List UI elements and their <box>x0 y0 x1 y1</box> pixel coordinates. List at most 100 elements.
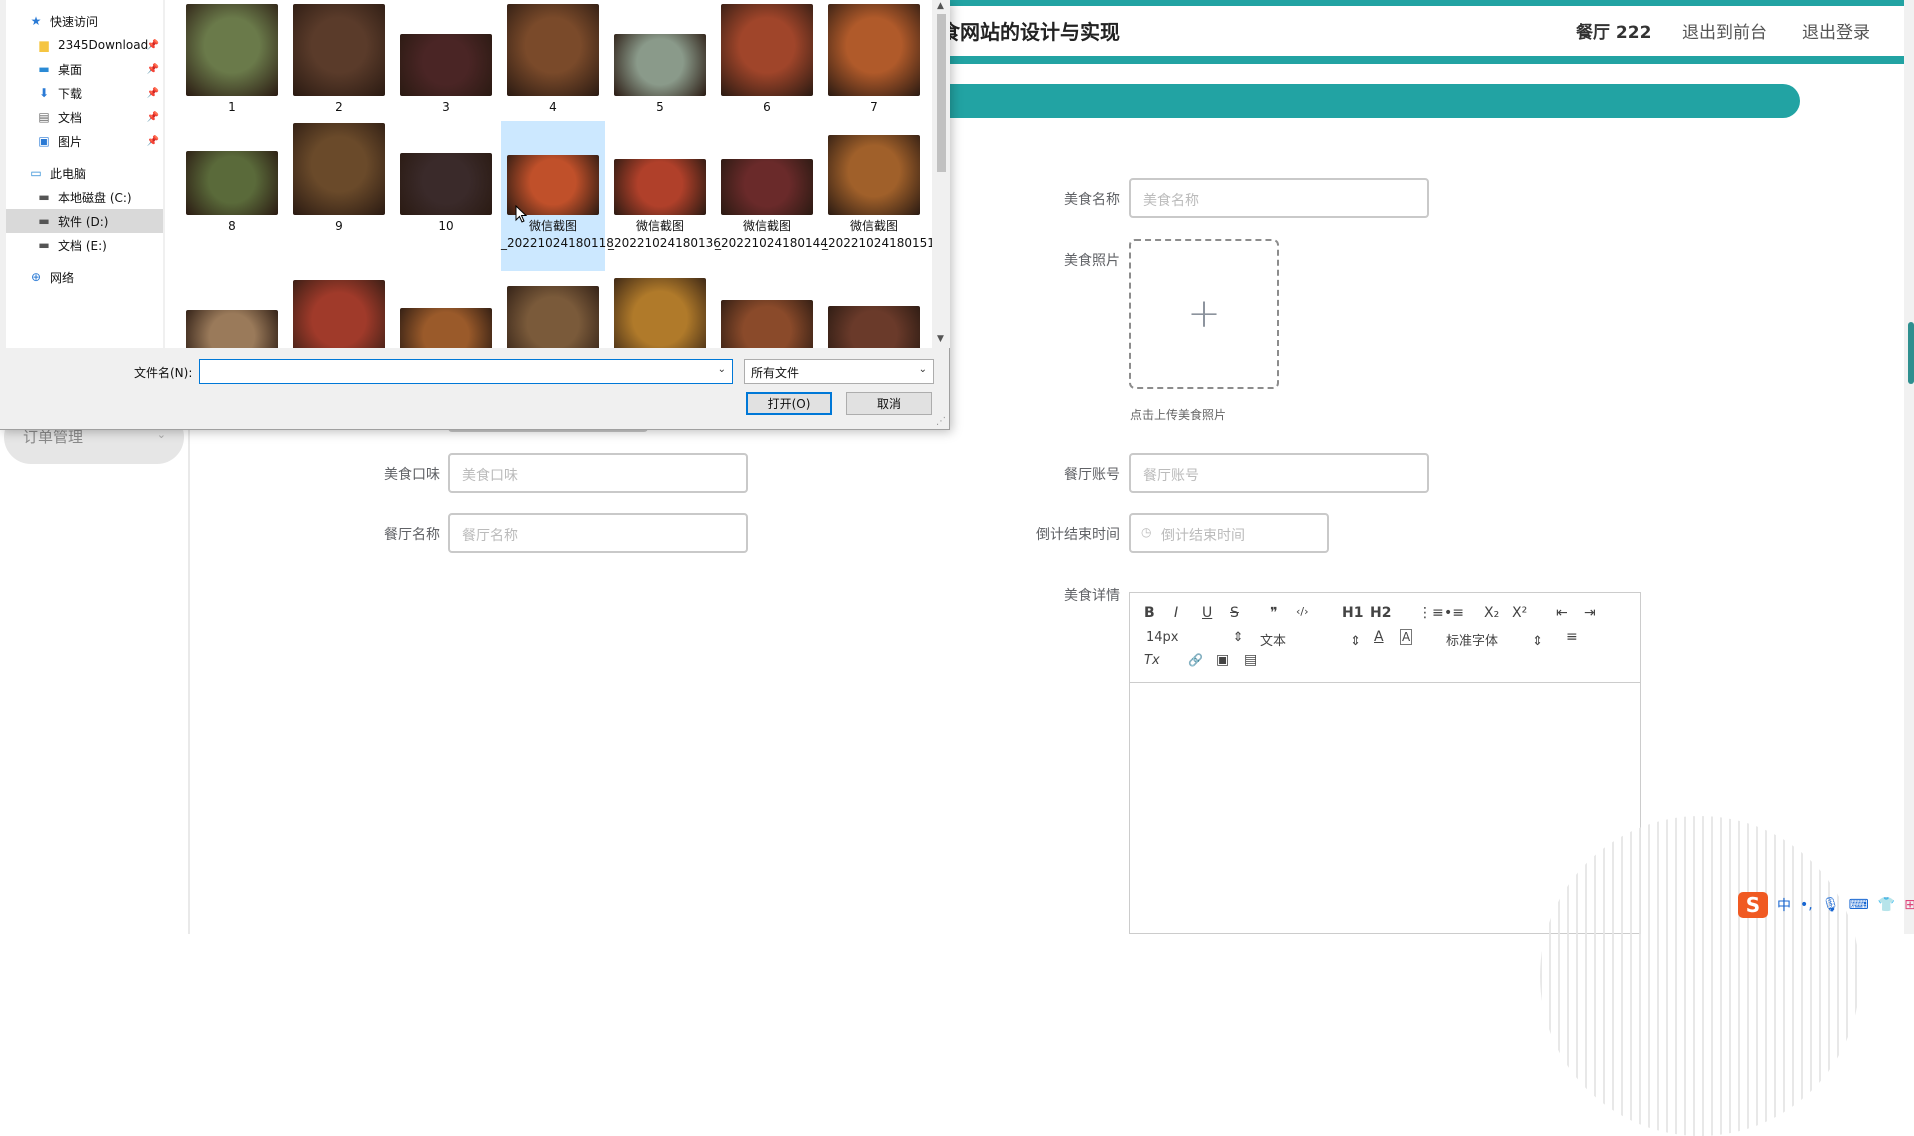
ordered-list-button[interactable]: ⋮≡ <box>1418 605 1444 621</box>
subscript-button[interactable]: X₂ <box>1484 605 1499 621</box>
outdent-button[interactable]: ⇤ <box>1556 605 1568 621</box>
filename-input[interactable]: ⌄ <box>199 359 733 384</box>
file-tile[interactable] <box>394 274 498 348</box>
file-tile[interactable]: 2 <box>287 2 391 114</box>
file-tile[interactable]: 3 <box>394 2 498 114</box>
nav-item[interactable]: ▬ 软件 (D:) <box>6 209 163 233</box>
blockquote-button[interactable]: ❞ <box>1270 605 1278 621</box>
file-tile[interactable]: 5 <box>608 2 712 114</box>
file-tile[interactable]: 1 <box>180 2 284 114</box>
file-tile[interactable] <box>715 274 819 348</box>
nav-item[interactable]: ⬇ 下载 📌 <box>6 81 163 105</box>
font-size-select[interactable]: 14px ⇕ <box>1146 630 1244 645</box>
drive-icon: ▬ <box>38 190 50 204</box>
keyboard-icon[interactable]: ⌨ <box>1849 897 1869 913</box>
food-taste-input[interactable]: 美食口味 <box>448 453 748 493</box>
code-block-button[interactable]: ‹/› <box>1296 605 1309 618</box>
nav-item[interactable]: ⊕ 网络 <box>6 265 163 289</box>
select-arrows-icon: ⇕ <box>1350 634 1362 649</box>
nav-item[interactable]: ▬ 文档 (E:) <box>6 233 163 257</box>
file-tile[interactable]: 微信截图 _20221024180144 <box>715 121 828 271</box>
bold-button[interactable]: B <box>1144 605 1155 621</box>
bullet-list-button[interactable]: •≡ <box>1444 605 1464 621</box>
file-tile[interactable]: 微信截图 _20221024180136 <box>608 121 721 271</box>
image-thumbnail <box>721 159 813 215</box>
nav-item-label: 文档 <box>58 110 83 125</box>
file-name: 7 <box>870 100 878 114</box>
nav-item[interactable]: ▭ 此电脑 <box>6 161 163 185</box>
nav-item[interactable]: ▤ 文档 📌 <box>6 105 163 129</box>
align-button[interactable]: ≡ <box>1566 629 1578 645</box>
file-tile[interactable]: 7 <box>822 2 926 114</box>
image-thumbnail <box>614 278 706 348</box>
heading2-button[interactable]: H2 <box>1370 605 1391 621</box>
nav-item[interactable]: ▬ 本地磁盘 (C:) <box>6 185 163 209</box>
mouse-cursor-icon <box>515 205 528 223</box>
image-button[interactable]: ▣ <box>1216 652 1229 668</box>
file-tile[interactable] <box>287 274 391 348</box>
file-tile[interactable]: 8 <box>180 121 284 271</box>
video-button[interactable]: ▤ <box>1244 652 1257 668</box>
upload-tip: 点击上传美食照片 <box>1130 408 1227 422</box>
file-tile[interactable] <box>501 274 605 348</box>
file-pane-scrollbar-thumb[interactable] <box>937 14 946 172</box>
font-color-button[interactable]: A <box>1374 629 1384 645</box>
page-scrollbar-thumb[interactable] <box>1908 322 1914 384</box>
skin-icon[interactable]: 👕 <box>1878 897 1895 913</box>
file-tile[interactable]: 9 <box>287 121 391 271</box>
nav-item[interactable]: ▬ 桌面 📌 <box>6 57 163 81</box>
ime-mode[interactable]: 中 <box>1777 895 1791 915</box>
clear-format-button[interactable]: Tx <box>1144 653 1160 668</box>
food-name-input[interactable]: 美食名称 <box>1129 178 1429 218</box>
restaurant-account-input[interactable]: 餐厅账号 <box>1129 453 1429 493</box>
nav-item-label: 软件 (D:) <box>58 214 109 229</box>
underline-button[interactable]: U <box>1202 605 1212 621</box>
page-scrollbar[interactable] <box>1904 0 1914 934</box>
logout-link[interactable]: 退出登录 <box>1802 18 1870 43</box>
nav-item[interactable]: ★ 快速访问 <box>6 9 163 33</box>
file-name: 2 <box>335 100 343 114</box>
indent-button[interactable]: ⇥ <box>1584 605 1596 621</box>
restaurant-name-input[interactable]: 餐厅名称 <box>448 513 748 553</box>
image-thumbnail <box>293 4 385 96</box>
font-family-select[interactable]: 标准字体 ⇕ <box>1446 630 1543 649</box>
superscript-button[interactable]: X² <box>1512 605 1527 621</box>
italic-button[interactable]: I <box>1174 605 1178 621</box>
photo-upload-button[interactable]: + <box>1129 239 1279 389</box>
scroll-up-icon[interactable]: ▲ <box>937 1 944 11</box>
text-style-select[interactable]: 文本 ⇕ <box>1260 630 1361 649</box>
pin-icon: 📌 <box>146 135 159 147</box>
picture-icon: ▣ <box>38 134 50 148</box>
file-tile[interactable] <box>180 274 284 348</box>
filetype-select[interactable]: 所有文件 ⌄ <box>744 359 934 384</box>
food-taste-label: 美食口味 <box>384 467 440 483</box>
countdown-date-picker[interactable]: ◷ 倒计结束时间 <box>1129 513 1329 553</box>
file-tile[interactable] <box>822 274 926 348</box>
link-button[interactable]: 🔗 <box>1188 653 1203 667</box>
punctuation-icon[interactable]: •, <box>1800 897 1813 913</box>
nav-item[interactable]: ▣ 图片 📌 <box>6 129 163 153</box>
file-tile[interactable]: 6 <box>715 2 819 114</box>
file-name: 微信截图 _20221024180151 <box>822 219 932 250</box>
current-user: 餐厅 222 <box>1576 23 1652 43</box>
details-label: 美食详情 <box>1064 588 1120 604</box>
microphone-icon[interactable]: 🎙 <box>1822 897 1840 913</box>
file-tile[interactable] <box>608 274 712 348</box>
ime-toolbar[interactable]: S 中 •, 🎙 ⌨ 👕 ⊞ <box>1738 889 1914 921</box>
open-button[interactable]: 打开(O) <box>746 392 832 415</box>
background-color-button[interactable]: A <box>1400 629 1413 645</box>
cancel-button[interactable]: 取消 <box>846 392 932 415</box>
file-tile[interactable]: 10 <box>394 121 498 271</box>
file-name: 1 <box>228 100 236 114</box>
file-tile[interactable]: 4 <box>501 2 605 114</box>
grid-icon[interactable]: ⊞ <box>1904 897 1914 913</box>
file-tile[interactable]: 微信截图 _20221024180118 <box>501 121 614 271</box>
chevron-down-icon[interactable]: ⌄ <box>718 364 726 375</box>
scroll-down-icon[interactable]: ▼ <box>937 334 944 344</box>
strikethrough-button[interactable]: S <box>1230 605 1239 621</box>
heading1-button[interactable]: H1 <box>1342 605 1363 621</box>
file-tile[interactable]: 微信截图 _20221024180151 <box>822 121 932 271</box>
resize-grip-icon[interactable]: ⋰ <box>936 416 946 427</box>
back-to-front-link[interactable]: 退出到前台 <box>1682 18 1767 43</box>
nav-item[interactable]: ▆ 2345Download 📌 <box>6 33 163 57</box>
